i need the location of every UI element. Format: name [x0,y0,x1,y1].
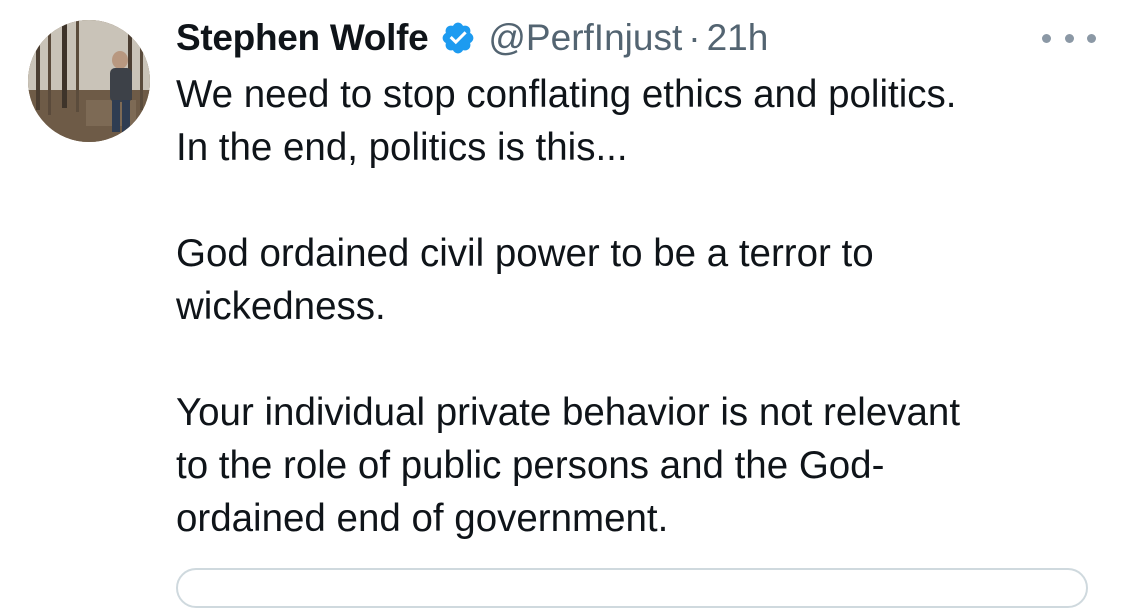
tweet-text-line: Your individual private behavior is not … [176,391,961,434]
profile-photo [28,20,150,142]
tweet[interactable]: Stephen Wolfe @PerfInjust · 21h We need … [0,0,1125,608]
more-dot [1087,33,1096,43]
verified-badge-icon [440,20,476,56]
author-avatar[interactable] [28,20,150,142]
author-handle[interactable]: @PerfInjust [488,17,682,59]
tweet-text-line: God ordained civil power to be a terror … [176,232,874,275]
tweet-text-line: ordained end of government. [176,497,669,540]
tweet-timestamp[interactable]: 21h [707,17,769,59]
tweet-text-line: wickedness. [176,285,386,328]
separator-dot: · [688,17,701,58]
more-horizontal-icon[interactable] [1042,27,1096,49]
tweet-text-line: In the end, politics is this... [176,126,628,169]
more-dot [1042,33,1051,43]
more-dot [1064,33,1074,43]
tweet-text: We need to stop conflating ethics and po… [176,68,1096,545]
tweet-text-line: to the role of public persons and the Go… [176,444,885,487]
tweet-header: Stephen Wolfe @PerfInjust · 21h [176,12,768,64]
media-card-edge[interactable] [176,568,1088,608]
author-display-name[interactable]: Stephen Wolfe [176,17,429,59]
tweet-text-line: We need to stop conflating ethics and po… [176,73,957,116]
